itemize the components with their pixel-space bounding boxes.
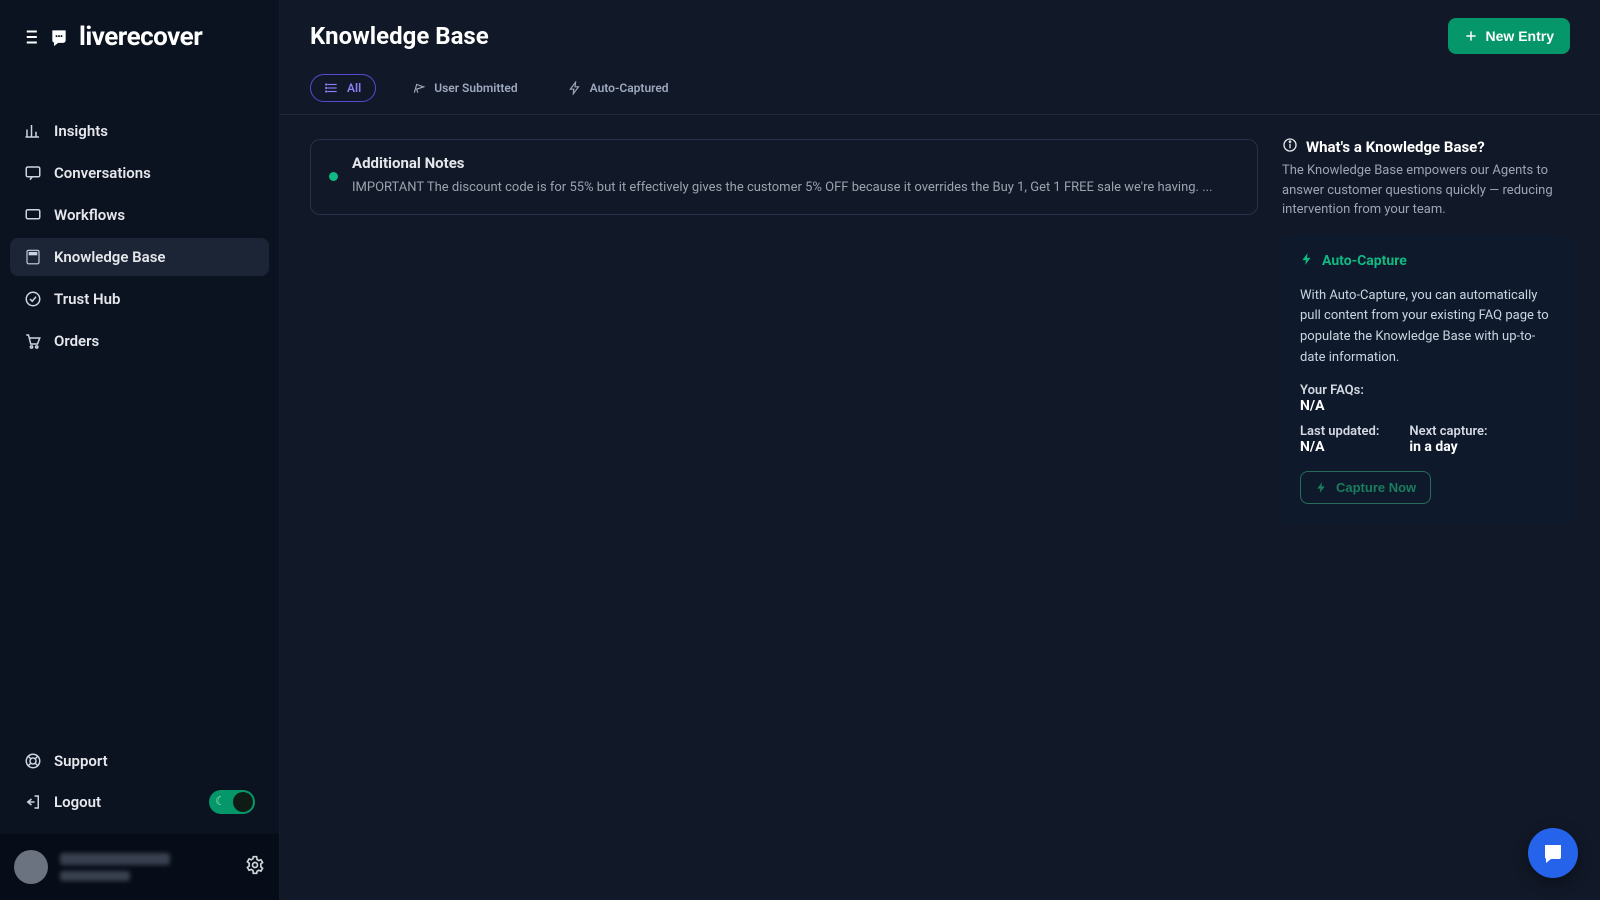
meta-updated: Last updated: N/A <box>1300 424 1379 455</box>
entry-title: Additional Notes <box>352 154 1239 172</box>
main: Knowledge Base New Entry All User Submit… <box>280 0 1600 900</box>
primary-nav: Insights Conversations Workflows Knowled… <box>0 72 279 370</box>
new-entry-label: New Entry <box>1486 28 1554 44</box>
entry-card[interactable]: Additional Notes IMPORTANT The discount … <box>310 139 1258 215</box>
nav-orders[interactable]: Orders <box>10 322 269 360</box>
avatar[interactable] <box>14 850 48 884</box>
meta-label: Last updated: <box>1300 424 1379 439</box>
meta-label: Next capture: <box>1409 424 1487 439</box>
nav-workflows[interactable]: Workflows <box>10 196 269 234</box>
sidebar: liverecover Insights Conversations Workf… <box>0 0 280 900</box>
new-entry-button[interactable]: New Entry <box>1448 18 1570 54</box>
auto-capture-title: Auto-Capture <box>1322 253 1407 269</box>
chat-icon <box>24 164 42 182</box>
user-footer <box>0 834 279 900</box>
lifebuoy-icon <box>24 752 42 770</box>
nav-label: Workflows <box>54 206 125 224</box>
gear-icon[interactable] <box>245 855 265 879</box>
nav-logout[interactable]: Logout <box>24 793 101 811</box>
entry-body: IMPORTANT The discount code is for 55% b… <box>352 178 1239 198</box>
panel-what: What's a Knowledge Base? The Knowledge B… <box>1282 137 1574 220</box>
panel-what-desc: The Knowledge Base empowers our Agents t… <box>1282 161 1574 220</box>
meta-value: in a day <box>1409 439 1487 455</box>
status-dot-icon <box>329 172 338 181</box>
brand-logo: liverecover <box>79 22 202 52</box>
shield-check-icon <box>24 290 42 308</box>
tab-label: All <box>347 81 361 95</box>
nav-label: Support <box>54 752 108 770</box>
sidebar-bottom: Support Logout ☾ <box>0 742 279 900</box>
nav-conversations[interactable]: Conversations <box>10 154 269 192</box>
cart-icon <box>24 332 42 350</box>
page-title: Knowledge Base <box>310 22 489 50</box>
meta-faqs: Your FAQs: N/A <box>1300 383 1556 414</box>
nav-label: Logout <box>54 793 101 811</box>
menu-icon[interactable] <box>24 26 69 48</box>
panel-what-title: What's a Knowledge Base? <box>1306 138 1485 156</box>
logout-row: Logout ☾ <box>10 780 269 824</box>
chart-icon <box>24 122 42 140</box>
nav-knowledge-base[interactable]: Knowledge Base <box>10 238 269 276</box>
bolt-icon <box>1300 252 1314 270</box>
toggle-knob <box>233 792 253 812</box>
nav-label: Insights <box>54 122 108 140</box>
tab-user-submitted[interactable]: User Submitted <box>398 74 531 102</box>
nav-support[interactable]: Support <box>10 742 269 780</box>
moon-icon: ☾ <box>215 794 226 808</box>
meta-next-capture: Next capture: in a day <box>1409 424 1487 455</box>
tab-label: User Submitted <box>434 81 517 95</box>
meta-value: N/A <box>1300 398 1556 414</box>
page-header: Knowledge Base New Entry <box>280 0 1600 60</box>
auto-capture-desc: With Auto-Capture, you can automatically… <box>1300 286 1556 369</box>
tab-all[interactable]: All <box>310 74 376 102</box>
info-icon <box>1282 137 1298 157</box>
meta-label: Your FAQs: <box>1300 383 1556 398</box>
tab-auto-captured[interactable]: Auto-Captured <box>554 74 683 102</box>
nav-label: Conversations <box>54 164 151 182</box>
nav-insights[interactable]: Insights <box>10 112 269 150</box>
book-icon <box>24 248 42 266</box>
auto-capture-header: Auto-Capture <box>1300 252 1556 270</box>
capture-now-label: Capture Now <box>1336 480 1416 495</box>
tab-label: Auto-Captured <box>590 81 669 95</box>
help-chat-button[interactable] <box>1528 828 1578 878</box>
info-panel: What's a Knowledge Base? The Knowledge B… <box>1270 115 1600 900</box>
user-name-blurred <box>60 853 170 881</box>
flag-icon <box>24 206 42 224</box>
auto-capture-card: Auto-Capture With Auto-Capture, you can … <box>1282 234 1574 524</box>
capture-now-button[interactable]: Capture Now <box>1300 471 1431 504</box>
sidebar-header: liverecover <box>0 0 279 72</box>
status-toggle[interactable]: ☾ <box>209 790 255 814</box>
nav-label: Orders <box>54 332 99 350</box>
tabs: All User Submitted Auto-Captured <box>280 60 1600 115</box>
nav-trust-hub[interactable]: Trust Hub <box>10 280 269 318</box>
meta-value: N/A <box>1300 439 1379 455</box>
nav-label: Knowledge Base <box>54 248 165 266</box>
entries-list: Additional Notes IMPORTANT The discount … <box>280 115 1270 900</box>
logout-icon <box>24 793 42 811</box>
nav-label: Trust Hub <box>54 290 120 308</box>
content: Additional Notes IMPORTANT The discount … <box>280 115 1600 900</box>
